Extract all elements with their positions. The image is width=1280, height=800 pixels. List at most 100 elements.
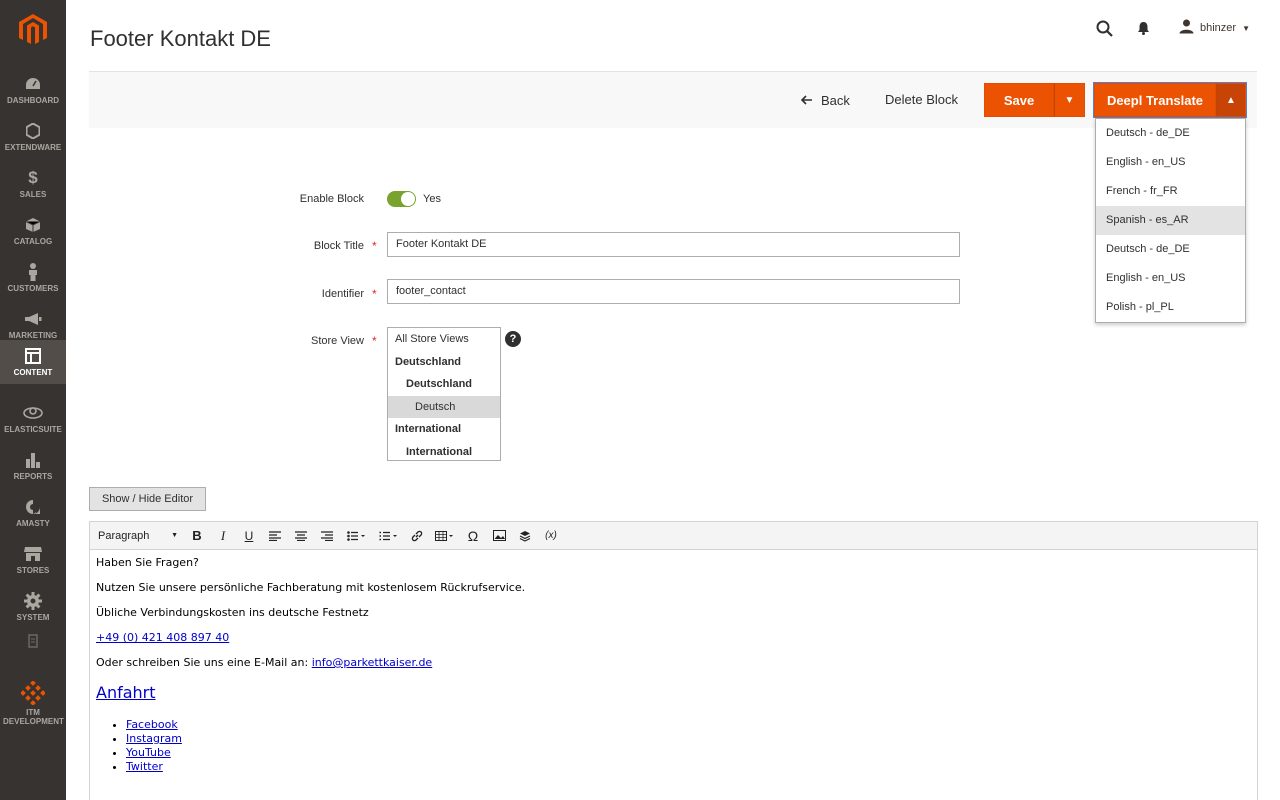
menu-item-language[interactable]: Deutsch - de_DE xyxy=(1096,235,1245,264)
block-title-input[interactable]: Footer Kontakt DE xyxy=(387,232,960,257)
anfahrt-heading-link[interactable]: Anfahrt xyxy=(96,683,156,702)
notification-bell-icon[interactable] xyxy=(1133,18,1153,38)
save-button[interactable]: Save xyxy=(984,83,1054,117)
sidebar-item-label: CUSTOMERS xyxy=(7,283,59,293)
box-icon xyxy=(23,216,43,234)
menu-item-language[interactable]: Polish - pl_PL xyxy=(1096,293,1245,322)
variable-icon[interactable]: (x) xyxy=(538,526,564,546)
delete-block-button[interactable]: Delete Block xyxy=(885,92,958,107)
phone-link[interactable]: +49 (0) 421 408 897 40 xyxy=(96,631,229,644)
editor-content[interactable]: Haben Sie Fragen? Nutzen Sie unsere pers… xyxy=(90,550,1257,780)
sidebar-item-stores[interactable]: STORES xyxy=(0,536,66,583)
store-option: International xyxy=(406,445,473,458)
table-icon[interactable] xyxy=(430,526,460,546)
deepl-split-button: Deepl Translate ▲ xyxy=(1093,82,1247,118)
underline-button[interactable]: U xyxy=(236,526,262,546)
store-icon xyxy=(23,545,43,563)
sidebar-item-label: MARKETING xyxy=(8,330,58,340)
page-actions-bar: Back Delete Block Save ▼ Deepl Translate… xyxy=(89,71,1257,128)
store-option: International xyxy=(395,423,462,435)
sidebar-item-label: CONTENT xyxy=(13,368,53,377)
menu-item-language[interactable]: English - en_US xyxy=(1096,264,1245,293)
save-split-button: Save ▼ xyxy=(984,83,1085,117)
user-menu[interactable]: bhinzer ▼ xyxy=(1179,19,1250,37)
twitter-link[interactable]: Twitter xyxy=(126,760,163,773)
sidebar-item-extendware[interactable]: EXTENDWARE xyxy=(0,113,66,160)
widget-icon[interactable] xyxy=(512,526,538,546)
sidebar-item-label: EXTENDWARE xyxy=(4,142,62,152)
search-icon[interactable] xyxy=(1094,18,1114,38)
deepl-options-toggle[interactable]: ▲ xyxy=(1216,83,1246,117)
block-title-label: Block Title xyxy=(313,240,364,252)
username: bhinzer xyxy=(1200,22,1237,34)
bold-button[interactable]: B xyxy=(184,526,210,546)
sidebar-item-label: AMASTY xyxy=(16,518,50,528)
sidebar-item-amasty[interactable]: AMASTY xyxy=(0,489,66,536)
bullet-list-icon[interactable] xyxy=(340,526,372,546)
link-icon[interactable] xyxy=(404,526,430,546)
header-actions: bhinzer ▼ xyxy=(1075,16,1250,40)
sidebar-item-label: CATALOG xyxy=(13,236,53,246)
required-marker: * xyxy=(372,334,377,348)
menu-item-language[interactable]: English - en_US xyxy=(1096,148,1245,177)
page-title: Footer Kontakt DE xyxy=(90,26,271,51)
menu-item-language[interactable]: French - fr_FR xyxy=(1096,177,1245,206)
dashboard-icon xyxy=(23,75,43,93)
caret-down-icon: ▼ xyxy=(171,532,178,539)
image-icon[interactable] xyxy=(486,526,512,546)
italic-button[interactable]: I xyxy=(210,526,236,546)
deepl-translate-button[interactable]: Deepl Translate xyxy=(1094,83,1216,117)
numbered-list-icon[interactable] xyxy=(372,526,404,546)
deepl-language-menu: Deutsch - de_DE English - en_US French -… xyxy=(1095,118,1246,323)
special-character-icon[interactable]: Ω xyxy=(460,526,486,546)
save-options-toggle[interactable]: ▼ xyxy=(1054,83,1085,117)
enable-block-label: Enable Block xyxy=(299,193,364,205)
amasty-icon xyxy=(23,498,43,516)
facebook-link[interactable]: Facebook xyxy=(126,718,178,731)
sidebar-item-extra[interactable] xyxy=(0,620,66,664)
store-view-multiselect[interactable]: All Store Views Deutschland Deutschland … xyxy=(387,327,501,461)
align-right-icon[interactable] xyxy=(314,526,340,546)
help-icon[interactable]: ? xyxy=(505,331,521,347)
enable-block-value: Yes xyxy=(423,193,441,205)
required-marker: * xyxy=(372,239,377,253)
menu-item-language[interactable]: Deutsch - de_DE xyxy=(1096,119,1245,148)
social-links-list: Facebook Instagram YouTube Twitter xyxy=(96,718,1251,774)
sidebar-item-reports[interactable]: REPORTS xyxy=(0,442,66,489)
identifier-input[interactable]: footer_contact xyxy=(387,279,960,304)
store-view-label: Store View xyxy=(311,335,364,347)
youtube-link[interactable]: YouTube xyxy=(126,746,171,759)
identifier-label: Identifier xyxy=(321,288,364,300)
store-option[interactable]: Deutsch xyxy=(388,395,500,418)
store-option[interactable]: All Store Views xyxy=(388,328,500,351)
show-hide-editor-button[interactable]: Show / Hide Editor xyxy=(89,487,206,511)
sidebar-item-catalog[interactable]: CATALOG xyxy=(0,207,66,254)
document-icon xyxy=(23,632,43,650)
sidebar-item-content[interactable]: CONTENT xyxy=(0,340,66,384)
sidebar-item-itm-development[interactable]: ITM DEVELOPMENT xyxy=(0,672,66,734)
dollar-icon: $ xyxy=(28,167,38,187)
gear-icon xyxy=(23,591,43,610)
align-left-icon[interactable] xyxy=(262,526,288,546)
triangle-down-icon: ▼ xyxy=(1064,94,1075,106)
format-select[interactable]: Paragraph ▼ xyxy=(98,530,184,542)
sidebar-item-dashboard[interactable]: DASHBOARD xyxy=(0,66,66,113)
required-marker: * xyxy=(372,287,377,301)
back-button[interactable]: Back xyxy=(800,92,850,108)
sidebar-item-label: ELASTICSUITE xyxy=(4,424,62,434)
email-link[interactable]: info@parkettkaiser.de xyxy=(312,656,432,669)
layout-icon xyxy=(23,347,43,365)
back-label: Back xyxy=(821,92,850,108)
align-center-icon[interactable] xyxy=(288,526,314,546)
elasticsuite-icon xyxy=(23,404,43,422)
sidebar-item-elasticsuite[interactable]: ELASTICSUITE xyxy=(0,395,66,442)
email-prefix: Oder schreiben Sie uns eine E-Mail an: xyxy=(96,656,312,669)
menu-item-language[interactable]: Spanish - es_AR xyxy=(1096,206,1245,235)
sidebar-item-customers[interactable]: CUSTOMERS xyxy=(0,254,66,301)
magento-logo[interactable] xyxy=(0,0,66,60)
triangle-up-icon: ▲ xyxy=(1226,94,1236,106)
instagram-link[interactable]: Instagram xyxy=(126,732,182,745)
enable-block-toggle[interactable] xyxy=(387,191,416,207)
sidebar-item-sales[interactable]: $ SALES xyxy=(0,160,66,207)
megaphone-icon xyxy=(23,310,43,328)
